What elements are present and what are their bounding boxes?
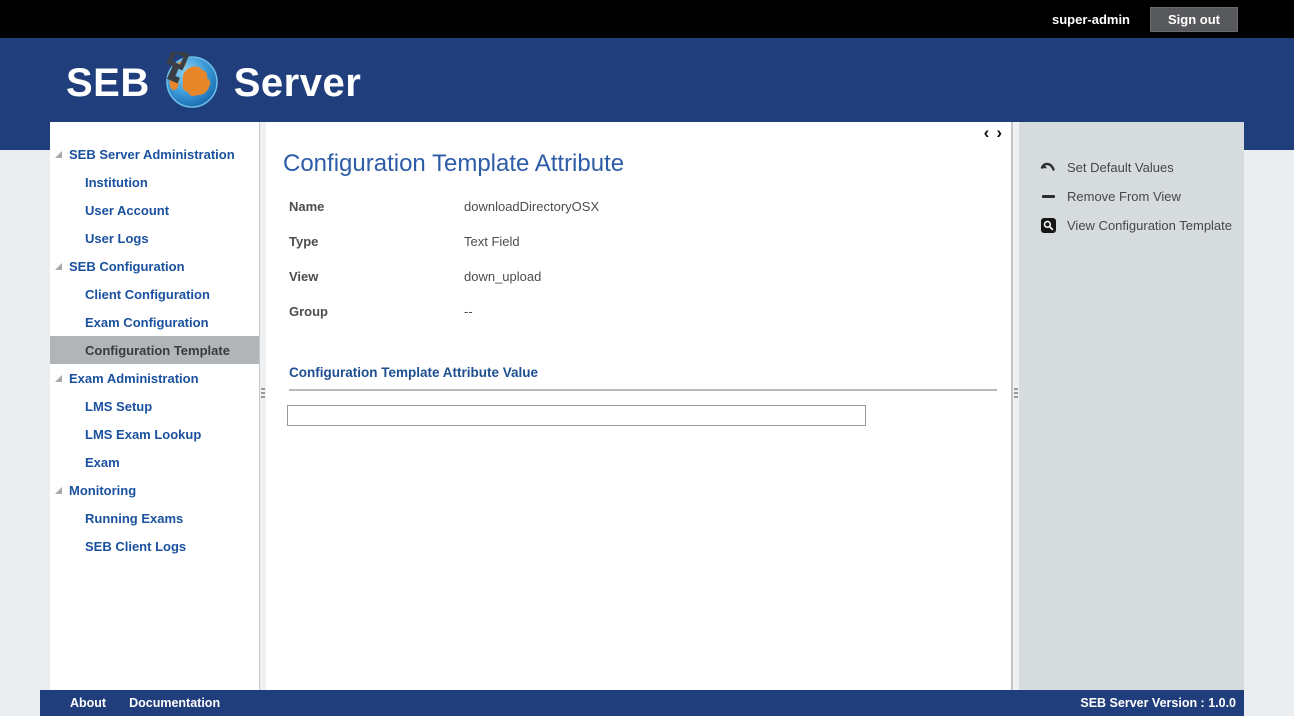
sidebar-item-running-exams[interactable]: Running Exams [50,504,259,532]
minus-icon [1040,189,1056,205]
sidebar-item-label: LMS Exam Lookup [85,427,201,442]
sidebar-item-institution[interactable]: Institution [50,168,259,196]
sash-right[interactable] [1012,122,1019,690]
field-label: View [289,269,464,284]
action-label: Set Default Values [1067,160,1174,175]
content-area: SEB Server Administration Institution Us… [50,122,1244,690]
sidebar-item-label: LMS Setup [85,399,152,414]
globe-lock-icon [163,52,221,115]
sidebar-item-seb-configuration[interactable]: SEB Configuration [50,252,259,280]
sidebar-item-seb-server-administration[interactable]: SEB Server Administration [50,140,259,168]
action-set-default-values[interactable]: Set Default Values [1019,153,1244,182]
sidebar-item-label: SEB Configuration [69,259,185,274]
sidebar-item-exam-configuration[interactable]: Exam Configuration [50,308,259,336]
sidebar-item-label: Exam Administration [69,371,199,386]
logo-text-server: Server [234,61,362,106]
attribute-fields: Name downloadDirectoryOSX Type Text Fiel… [289,199,1011,339]
field-value: Text Field [464,234,520,249]
sidebar-item-user-logs[interactable]: User Logs [50,224,259,252]
field-row-name: Name downloadDirectoryOSX [289,199,1011,234]
page-nav: ‹ › [984,124,1002,142]
sidebar-item-label: Exam [85,455,120,470]
username-label: super-admin [1052,12,1130,27]
sidebar-item-exam-administration[interactable]: Exam Administration [50,364,259,392]
action-label: Remove From View [1067,189,1181,204]
page-title: Configuration Template Attribute [283,150,1011,178]
footer-links: About Documentation [70,696,220,710]
field-value: downloadDirectoryOSX [464,199,599,214]
prev-page-icon[interactable]: ‹ [984,124,990,142]
action-panel: Set Default Values Remove From View View… [1019,122,1244,690]
sidebar-item-label: Client Configuration [85,287,210,302]
sidebar-item-lms-exam-lookup[interactable]: LMS Exam Lookup [50,420,259,448]
main-panel: ‹ › Configuration Template Attribute Nam… [266,122,1012,690]
section-title: Configuration Template Attribute Value [289,365,1011,380]
sidebar-item-label: Running Exams [85,511,183,526]
nav-tree: SEB Server Administration Institution Us… [50,122,259,690]
field-label: Group [289,304,464,319]
sidebar-item-client-configuration[interactable]: Client Configuration [50,280,259,308]
sidebar-item-label: SEB Client Logs [85,539,186,554]
sidebar-item-exam[interactable]: Exam [50,448,259,476]
logo-text-seb: SEB [66,61,150,106]
app-logo: SEB Se [66,52,361,115]
tree-expand-icon[interactable] [55,151,62,158]
action-label: View Configuration Template [1067,218,1232,233]
sign-out-button[interactable]: Sign out [1150,7,1238,32]
sidebar-item-label: Configuration Template [85,343,230,358]
field-label: Name [289,199,464,214]
action-view-configuration-template[interactable]: View Configuration Template [1019,211,1244,240]
tree-expand-icon[interactable] [55,263,62,270]
sidebar-item-configuration-template[interactable]: Configuration Template [50,336,259,364]
footer: About Documentation SEB Server Version :… [40,690,1244,716]
sidebar-item-lms-setup[interactable]: LMS Setup [50,392,259,420]
sidebar-item-seb-client-logs[interactable]: SEB Client Logs [50,532,259,560]
sidebar-item-label: User Account [85,203,169,218]
field-value: -- [464,304,473,319]
sidebar-item-label: Exam Configuration [85,315,209,330]
sidebar-item-label: Monitoring [69,483,136,498]
action-remove-from-view[interactable]: Remove From View [1019,182,1244,211]
field-row-view: View down_upload [289,269,1011,304]
sash-grip-icon [261,388,265,400]
footer-link-about[interactable]: About [70,696,106,710]
undo-icon [1040,160,1056,176]
next-page-icon[interactable]: › [996,124,1002,142]
sash-left[interactable] [259,122,266,690]
sidebar-item-label: Institution [85,175,148,190]
field-row-group: Group -- [289,304,1011,339]
tree-expand-icon[interactable] [55,375,62,382]
sidebar-item-label: User Logs [85,231,149,246]
topbar: super-admin Sign out [0,0,1294,38]
field-row-type: Type Text Field [289,234,1011,269]
sidebar-item-monitoring[interactable]: Monitoring [50,476,259,504]
sash-grip-icon [1014,388,1018,400]
magnifier-icon [1040,218,1056,234]
field-label: Type [289,234,464,249]
sidebar-item-user-account[interactable]: User Account [50,196,259,224]
tree-expand-icon[interactable] [55,487,62,494]
section-divider [289,389,997,391]
version-label: SEB Server Version : 1.0.0 [1080,696,1236,710]
footer-link-documentation[interactable]: Documentation [129,696,220,710]
attribute-value-input[interactable] [287,405,866,426]
field-value: down_upload [464,269,541,284]
sidebar-item-label: SEB Server Administration [69,147,235,162]
